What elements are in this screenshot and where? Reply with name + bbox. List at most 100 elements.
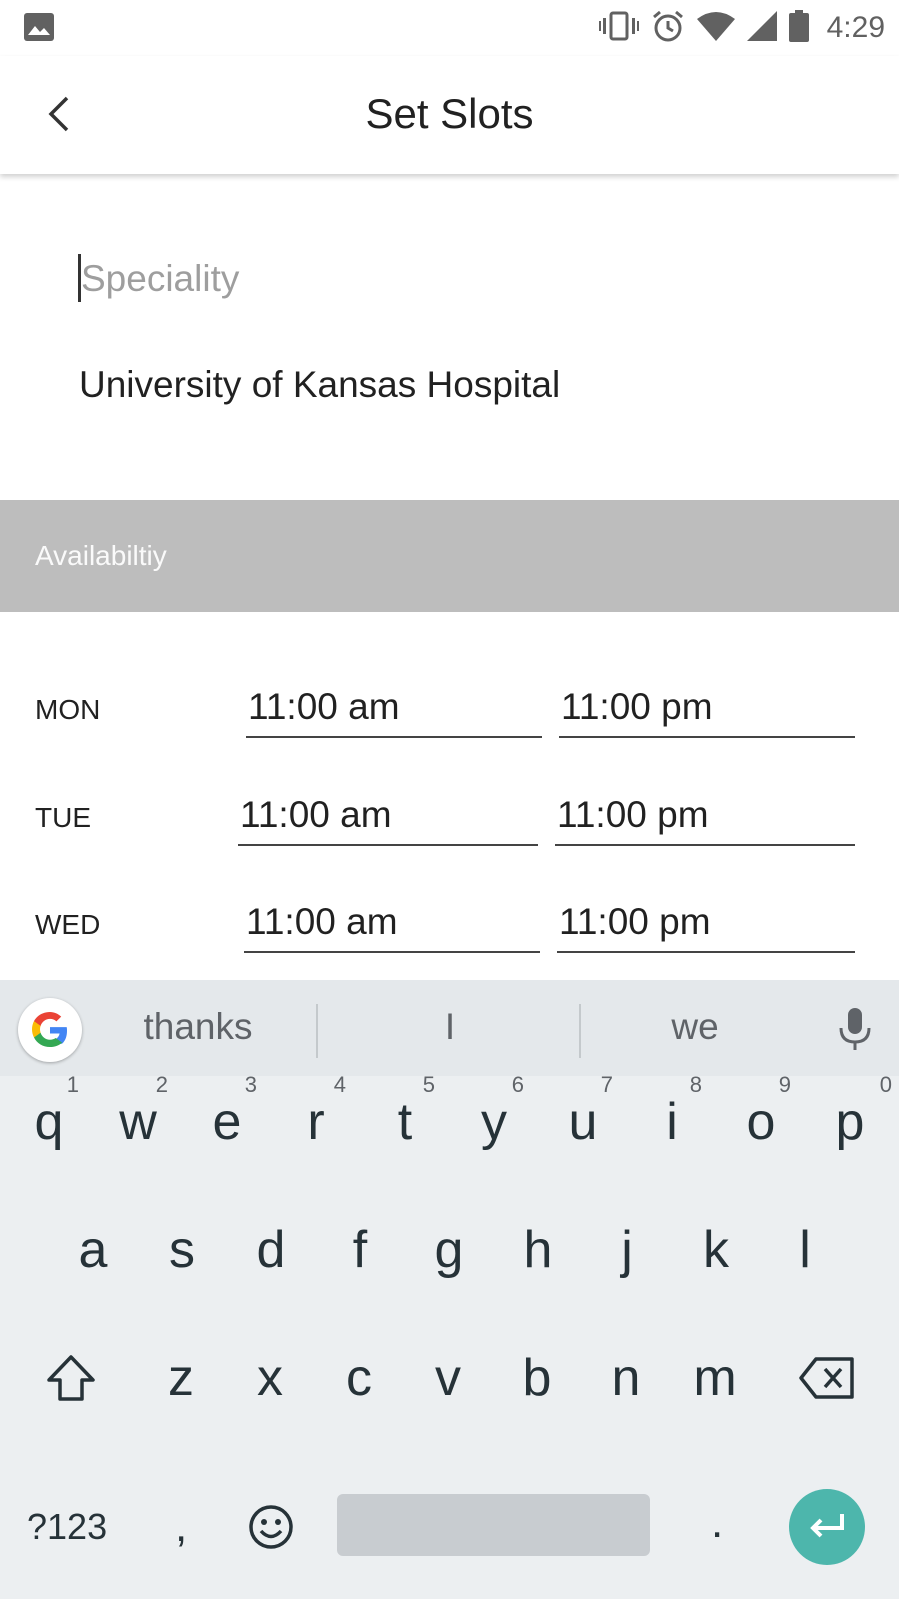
end-time-value: 11:00 pm xyxy=(559,901,711,942)
backspace-icon xyxy=(799,1357,854,1399)
shift-key[interactable] xyxy=(27,1328,115,1428)
gallery-icon xyxy=(24,13,54,46)
key-q[interactable]: q1 xyxy=(5,1072,93,1172)
key-s[interactable]: s xyxy=(138,1200,226,1300)
key-p[interactable]: p0 xyxy=(806,1072,894,1172)
battery-icon xyxy=(788,9,809,47)
key-hint: 3 xyxy=(244,1072,257,1097)
key-b[interactable]: b xyxy=(493,1328,581,1428)
key-label: g xyxy=(434,1221,464,1279)
suggestion-divider xyxy=(316,1004,318,1058)
key-w[interactable]: w2 xyxy=(94,1072,182,1172)
key-label: s xyxy=(169,1221,195,1279)
key-v[interactable]: v xyxy=(404,1328,492,1428)
hospital-name: University of Kansas Hospital xyxy=(79,364,561,405)
comma-key[interactable]: , xyxy=(175,1502,187,1552)
key-label: h xyxy=(523,1221,553,1279)
page-title: Set Slots xyxy=(365,90,534,137)
day-row-tue: TUE 11:00 am 11:00 pm xyxy=(0,788,899,868)
key-label: x xyxy=(257,1349,283,1407)
key-t[interactable]: t5 xyxy=(361,1072,449,1172)
key-u[interactable]: u7 xyxy=(539,1072,627,1172)
day-label: WED xyxy=(35,909,101,940)
emoji-key[interactable] xyxy=(248,1504,294,1555)
key-r[interactable]: r4 xyxy=(272,1072,360,1172)
key-label: n xyxy=(611,1349,641,1407)
start-time-field[interactable]: 11:00 am xyxy=(244,895,540,953)
suggestion-2[interactable]: I xyxy=(410,1006,490,1048)
start-time-field[interactable]: 11:00 am xyxy=(238,788,538,846)
wifi-icon xyxy=(696,11,735,46)
period-key[interactable]: . xyxy=(711,1498,723,1548)
start-time-value: 11:00 am xyxy=(248,686,400,727)
key-f[interactable]: f xyxy=(316,1200,404,1300)
day-row-mon: MON 11:00 am 11:00 pm xyxy=(0,680,899,760)
start-time-field[interactable]: 11:00 am xyxy=(246,680,542,738)
key-label: a xyxy=(78,1221,108,1279)
vibrate-icon xyxy=(598,11,639,46)
availability-header-label: Availabiltiy xyxy=(35,540,167,571)
status-bar: 4:29 xyxy=(0,0,899,56)
key-hint: 6 xyxy=(511,1072,524,1097)
key-h[interactable]: h xyxy=(494,1200,582,1300)
end-time-value: 11:00 pm xyxy=(561,686,713,727)
day-label: TUE xyxy=(35,802,91,833)
clock: 4:29 xyxy=(826,11,885,44)
key-n[interactable]: n xyxy=(582,1328,670,1428)
suggestion-1[interactable]: thanks xyxy=(118,1006,278,1048)
enter-key[interactable] xyxy=(789,1489,865,1565)
symbols-key[interactable]: ?123 xyxy=(27,1506,107,1548)
microphone-icon[interactable] xyxy=(838,1008,872,1057)
key-y[interactable]: y6 xyxy=(450,1072,538,1172)
key-label: j xyxy=(621,1221,633,1279)
end-time-field[interactable]: 11:00 pm xyxy=(559,680,855,738)
end-time-value: 11:00 pm xyxy=(557,794,709,835)
end-time-field[interactable]: 11:00 pm xyxy=(557,895,855,953)
key-z[interactable]: z xyxy=(137,1328,225,1428)
key-label: e xyxy=(212,1093,242,1151)
key-label: z xyxy=(168,1349,194,1407)
key-label: r xyxy=(307,1093,325,1151)
start-time-value: 11:00 am xyxy=(240,794,392,835)
suggestion-divider xyxy=(579,1004,581,1058)
key-label: c xyxy=(346,1349,372,1407)
signal-icon xyxy=(746,10,777,46)
key-hint: 5 xyxy=(422,1072,435,1097)
key-label: t xyxy=(397,1093,413,1151)
shift-icon xyxy=(47,1355,95,1401)
key-label: d xyxy=(256,1221,286,1279)
key-l[interactable]: l xyxy=(761,1200,849,1300)
key-a[interactable]: a xyxy=(49,1200,137,1300)
key-label: q xyxy=(34,1093,64,1151)
key-k[interactable]: k xyxy=(672,1200,760,1300)
key-c[interactable]: c xyxy=(315,1328,403,1428)
key-x[interactable]: x xyxy=(226,1328,314,1428)
key-o[interactable]: o9 xyxy=(717,1072,805,1172)
key-j[interactable]: j xyxy=(583,1200,671,1300)
backspace-key[interactable] xyxy=(783,1328,871,1428)
speciality-input[interactable]: Speciality xyxy=(78,250,838,306)
day-label: MON xyxy=(35,694,101,725)
key-g[interactable]: g xyxy=(405,1200,493,1300)
key-label: y xyxy=(481,1093,507,1151)
key-i[interactable]: i8 xyxy=(628,1072,716,1172)
key-label: k xyxy=(703,1221,729,1279)
key-label: v xyxy=(435,1349,461,1407)
key-label: i xyxy=(666,1093,678,1151)
key-label: w xyxy=(119,1093,157,1151)
key-m[interactable]: m xyxy=(671,1328,759,1428)
google-logo-icon[interactable] xyxy=(18,998,82,1062)
key-hint: 7 xyxy=(600,1072,613,1097)
key-label: o xyxy=(746,1093,776,1151)
key-label: m xyxy=(693,1349,737,1407)
end-time-field[interactable]: 11:00 pm xyxy=(555,788,855,846)
key-hint: 9 xyxy=(778,1072,791,1097)
availability-header: Availabiltiy xyxy=(0,500,899,612)
suggestion-strip: thanks I we xyxy=(0,980,899,1076)
enter-icon xyxy=(810,1514,844,1538)
soft-keyboard: thanks I we q1 w2 e3 r4 t5 y6 u7 i8 o9 p… xyxy=(0,980,899,1599)
key-d[interactable]: d xyxy=(227,1200,315,1300)
suggestion-3[interactable]: we xyxy=(640,1006,750,1048)
key-e[interactable]: e3 xyxy=(183,1072,271,1172)
space-key[interactable] xyxy=(337,1494,650,1556)
